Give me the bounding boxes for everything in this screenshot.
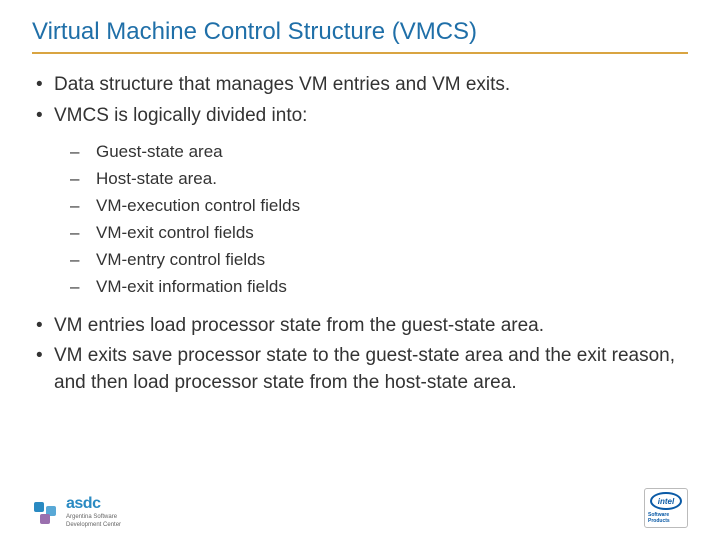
slide-content: Virtual Machine Control Structure (VMCS)…: [0, 0, 720, 397]
bullet-item: Data structure that manages VM entries a…: [32, 72, 688, 99]
slide-title: Virtual Machine Control Structure (VMCS): [32, 18, 688, 54]
intel-oval-icon: intel: [650, 492, 682, 510]
bullet-item: VM entries load processor state from the…: [32, 313, 688, 340]
asdc-logo: asdc Argentina Software Development Cent…: [32, 496, 121, 528]
bullet-item: VMCS is logically divided into:: [32, 103, 688, 130]
sub-bullet-item: VM-execution control fields: [32, 195, 688, 218]
asdc-sub2: Development Center: [66, 522, 121, 528]
intel-name: intel: [658, 497, 674, 506]
sub-bullet-list: Guest-state area Host-state area. VM-exe…: [32, 141, 688, 299]
sub-bullet-item: VM-exit control fields: [32, 222, 688, 245]
bullet-list-bottom: VM entries load processor state from the…: [32, 313, 688, 397]
intel-logo: intel Software Products: [644, 488, 688, 528]
asdc-sub1: Argentina Software: [66, 514, 121, 520]
asdc-name: asdc: [66, 496, 121, 512]
sub-bullet-item: Host-state area.: [32, 168, 688, 191]
asdc-icon: [32, 500, 60, 524]
bullet-list-top: Data structure that manages VM entries a…: [32, 72, 688, 129]
bullet-item: VM exits save processor state to the gue…: [32, 343, 688, 396]
footer: asdc Argentina Software Development Cent…: [32, 488, 688, 528]
sub-bullet-item: VM-exit information fields: [32, 276, 688, 299]
sub-bullet-item: VM-entry control fields: [32, 249, 688, 272]
sub-bullet-item: Guest-state area: [32, 141, 688, 164]
asdc-text: asdc Argentina Software Development Cent…: [66, 496, 121, 528]
intel-sub: Software Products: [648, 512, 684, 524]
